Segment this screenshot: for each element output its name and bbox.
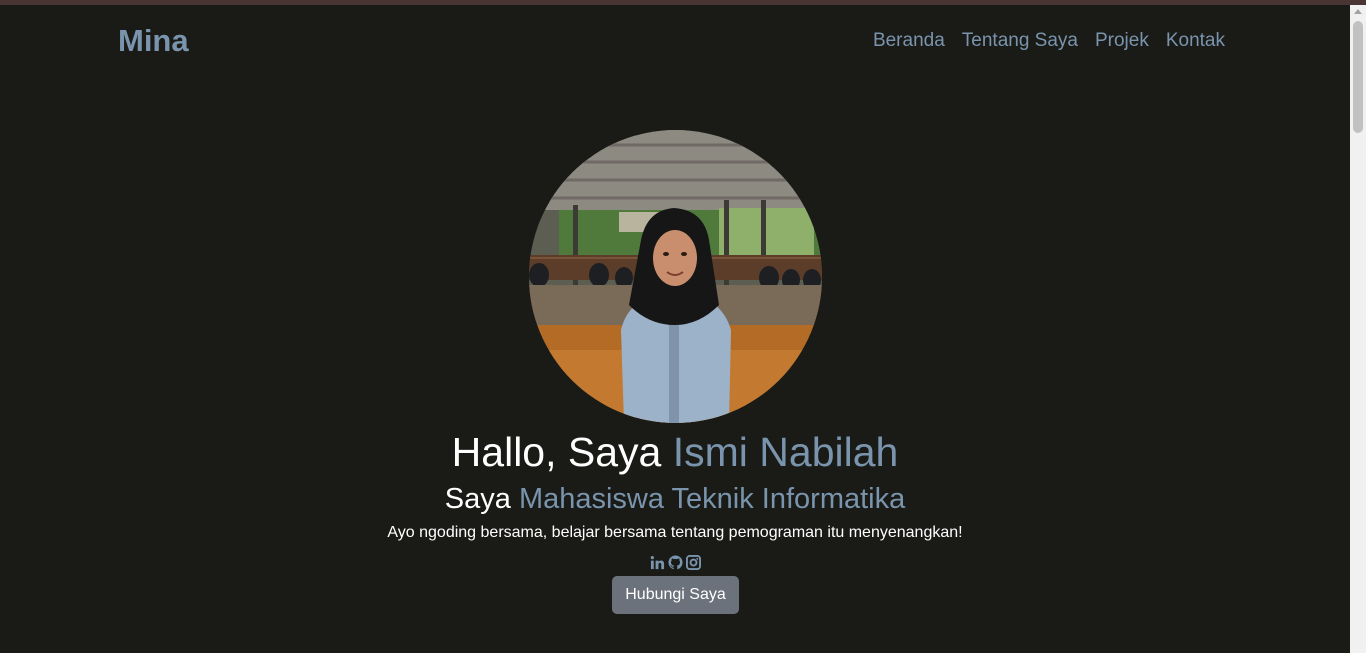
brand-logo[interactable]: Mina	[118, 23, 189, 59]
hero-tagline: Ayo ngoding bersama, belajar bersama ten…	[387, 524, 963, 541]
hero-heading: Hallo, Saya Ismi Nabilah	[0, 428, 1350, 476]
nav-links: Beranda Tentang Saya Projek Kontak	[856, 29, 1225, 53]
instagram-icon[interactable]	[685, 555, 701, 570]
scroll-up-arrow-icon[interactable]	[1354, 9, 1362, 14]
page: Mina Beranda Tentang Saya Projek Kontak	[0, 5, 1350, 653]
hero-name: Ismi Nabilah	[672, 429, 899, 475]
navbar: Mina Beranda Tentang Saya Projek Kontak	[0, 5, 1350, 77]
page-scrollbar[interactable]	[1350, 5, 1366, 653]
profile-photo	[529, 130, 822, 423]
hero-role-prefix: Saya	[444, 483, 519, 515]
github-icon[interactable]	[667, 555, 683, 570]
scroll-thumb[interactable]	[1353, 21, 1363, 133]
linkedin-icon[interactable]	[650, 555, 665, 570]
nav-link-beranda[interactable]: Beranda	[873, 29, 945, 53]
nav-link-projek[interactable]: Projek	[1095, 29, 1149, 53]
social-links	[0, 555, 1350, 570]
nav-link-tentang-saya[interactable]: Tentang Saya	[962, 29, 1078, 53]
hero-subheading: Saya Mahasiswa Teknik Informatika	[0, 482, 1350, 516]
hero-role: Mahasiswa Teknik Informatika	[518, 483, 906, 515]
contact-me-button[interactable]: Hubungi Saya	[612, 576, 739, 614]
nav-link-kontak[interactable]: Kontak	[1166, 29, 1225, 53]
hero-greeting: Hallo, Saya	[451, 429, 673, 475]
